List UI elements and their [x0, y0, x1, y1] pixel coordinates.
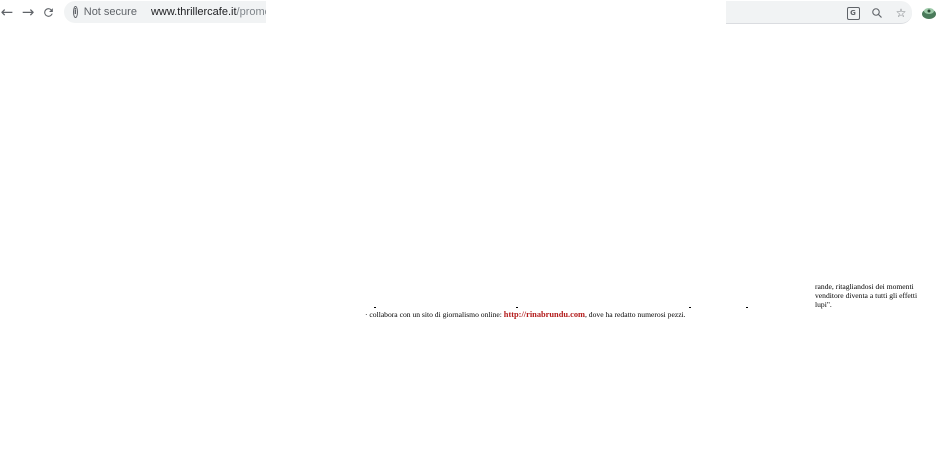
forward-arrow-icon[interactable]: →: [18, 2, 38, 22]
url-path[interactable]: /promo/: [237, 6, 266, 18]
star-icon[interactable]: ☆: [892, 4, 910, 22]
bio-prefix: · collabora con un sito di giornalismo o…: [365, 310, 504, 319]
stray-mark: [689, 307, 691, 308]
browser-toolbar: ← → i Not secure www.thrillercafe.it/pro…: [0, 0, 939, 25]
bio-suffix: , dove ha redatto numerosi pezzi.: [585, 310, 686, 319]
website-link[interactable]: http://rinabrundu.com: [504, 310, 585, 319]
url-host[interactable]: www.thrillercafe.it: [151, 6, 237, 18]
right-column-line: rande, ritagliandosi dei momenti: [815, 282, 914, 291]
info-icon[interactable]: i: [73, 6, 78, 18]
extension-icon[interactable]: [920, 3, 938, 21]
page-content: rande, ritagliandosi dei momenti vendito…: [0, 25, 939, 474]
translate-icon[interactable]: G: [844, 4, 862, 22]
back-arrow-icon[interactable]: ←: [0, 2, 17, 22]
stray-mark: [746, 307, 748, 308]
security-label[interactable]: Not secure: [84, 6, 137, 18]
reload-icon[interactable]: [38, 2, 58, 22]
address-bar[interactable]: i Not secure www.thrillercafe.it/promo/: [64, 1, 266, 23]
address-bar-end[interactable]: G ☆: [726, 1, 912, 24]
author-bio-line: · collabora con un sito di giornalismo o…: [365, 310, 686, 320]
stray-mark: [374, 307, 376, 308]
zoom-icon[interactable]: [868, 4, 886, 22]
stray-mark: [516, 307, 518, 308]
right-column-line: lupi".: [815, 300, 832, 309]
right-column-text: rande, ritagliandosi dei momenti vendito…: [815, 282, 939, 309]
right-column-line: venditore diventa a tutti gli effetti: [815, 291, 918, 300]
